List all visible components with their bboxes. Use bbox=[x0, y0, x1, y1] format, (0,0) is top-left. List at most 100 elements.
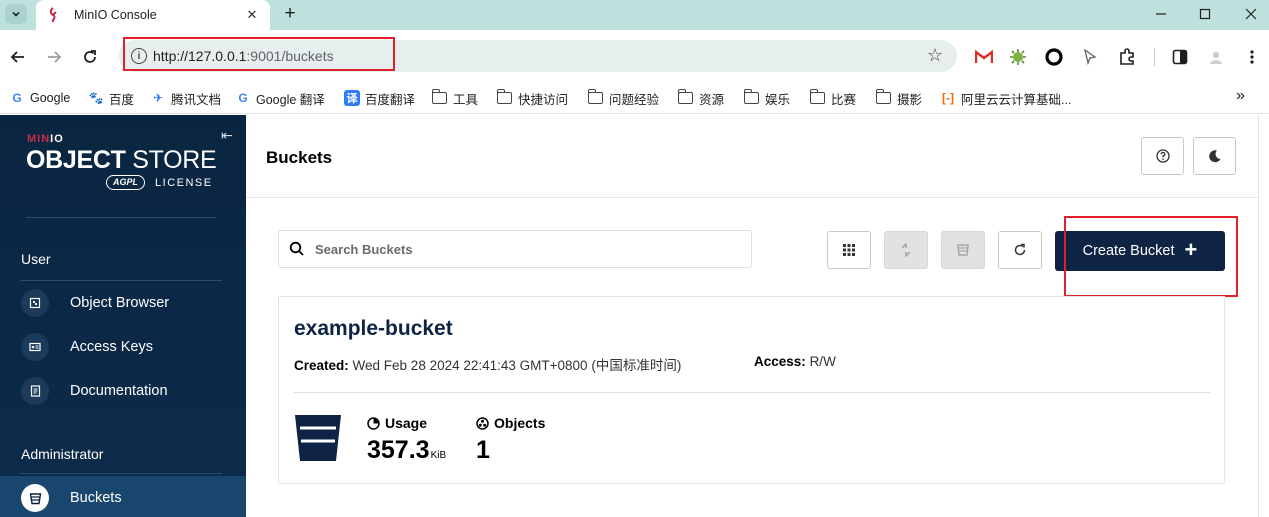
new-tab-button[interactable]: + bbox=[280, 4, 300, 24]
usage-label: Usage bbox=[367, 415, 427, 431]
folder-icon bbox=[743, 89, 759, 104]
bucket-access: Access: R/W bbox=[754, 354, 836, 369]
tab-search-button[interactable] bbox=[5, 4, 27, 24]
bookmark-folder-issues[interactable]: 问题经验 bbox=[587, 87, 659, 109]
bucket-card[interactable]: example-bucket Created: Wed Feb 28 2024 … bbox=[278, 296, 1225, 484]
minimize-button[interactable] bbox=[1148, 3, 1174, 25]
aliyun-icon: [-] bbox=[942, 91, 954, 105]
dark-mode-button[interactable] bbox=[1193, 137, 1236, 175]
grid-icon bbox=[843, 244, 855, 256]
agpl-badge: AGPL bbox=[106, 175, 146, 190]
tab-close-icon[interactable]: ✕ bbox=[244, 7, 260, 23]
replication-button[interactable] bbox=[884, 231, 928, 269]
bookmark-folder-tools[interactable]: 工具 bbox=[431, 87, 478, 109]
sidebar-section-administrator: Administrator bbox=[21, 446, 104, 462]
bucket-stack-icon bbox=[957, 244, 969, 256]
bucket-created: Created: Wed Feb 28 2024 22:41:43 GMT+08… bbox=[294, 358, 682, 373]
bookmarks-overflow-icon[interactable]: » bbox=[1236, 87, 1245, 105]
bookmark-folder-competition[interactable]: 比赛 bbox=[809, 87, 856, 109]
minio-favicon-icon bbox=[49, 7, 57, 22]
moon-icon bbox=[1208, 150, 1220, 163]
sidebar-item-documentation[interactable]: Documentation bbox=[0, 369, 246, 413]
help-button[interactable] bbox=[1141, 137, 1184, 175]
objects-icon bbox=[476, 416, 489, 430]
search-buckets-field[interactable] bbox=[278, 230, 752, 268]
content-edge bbox=[1258, 115, 1259, 517]
bookmark-folder-entertainment[interactable]: 娱乐 bbox=[743, 87, 790, 109]
cursor-extension-icon[interactable] bbox=[1080, 47, 1100, 67]
objects-label: Objects bbox=[476, 415, 545, 431]
folder-icon bbox=[496, 89, 512, 104]
help-icon bbox=[1155, 149, 1170, 163]
close-icon bbox=[1245, 8, 1257, 20]
bookmark-folder-quick-access[interactable]: 快捷访问 bbox=[496, 87, 568, 109]
lifecycle-button[interactable] bbox=[941, 231, 985, 269]
side-panel-icon[interactable] bbox=[1170, 47, 1190, 67]
buckets-icon bbox=[21, 484, 49, 512]
sidebar-item-access-keys[interactable]: Access Keys bbox=[0, 325, 246, 369]
folder-icon bbox=[587, 89, 603, 104]
pie-chart-icon bbox=[367, 416, 380, 430]
sidebar-divider bbox=[26, 217, 216, 218]
bookmark-baidu-translate[interactable]: 译 百度翻译 bbox=[344, 87, 415, 109]
bookmarks-bar: G Google 🐾 百度 ✈ 腾讯文档 G Google 翻译 译 百度翻译 … bbox=[0, 82, 1269, 114]
reload-button[interactable] bbox=[79, 46, 101, 68]
extensions-puzzle-icon[interactable] bbox=[1117, 47, 1137, 67]
bookmark-tencent-docs[interactable]: ✈ 腾讯文档 bbox=[150, 87, 221, 109]
profile-avatar-icon[interactable] bbox=[1206, 47, 1226, 67]
bookmark-google[interactable]: G Google bbox=[9, 87, 70, 109]
sidebar: MINIO OBJECT STORE AGPL LICENSE ⇤ User O… bbox=[0, 115, 246, 517]
browser-menu-icon[interactable] bbox=[1242, 47, 1262, 67]
bucket-icon bbox=[295, 415, 341, 461]
bookmark-folder-photography[interactable]: 摄影 bbox=[875, 87, 922, 109]
tab-title: MinIO Console bbox=[74, 8, 157, 22]
arrow-left-icon bbox=[10, 51, 24, 63]
folder-icon bbox=[431, 89, 447, 104]
search-input[interactable] bbox=[315, 241, 735, 257]
browser-tab[interactable]: MinIO Console ✕ bbox=[36, 0, 270, 30]
bucket-name[interactable]: example-bucket bbox=[294, 317, 453, 341]
create-bucket-highlight-box bbox=[1064, 216, 1238, 297]
grid-view-button[interactable] bbox=[827, 231, 871, 269]
tencent-docs-icon: ✈ bbox=[152, 91, 164, 105]
logo-object-store: OBJECT STORE bbox=[26, 146, 217, 174]
reload-icon bbox=[84, 50, 96, 63]
collapse-sidebar-icon[interactable]: ⇤ bbox=[221, 127, 233, 144]
page-header: Buckets bbox=[246, 115, 1258, 198]
google-icon: G bbox=[12, 91, 22, 105]
chevron-down-icon bbox=[12, 11, 20, 17]
object-browser-icon bbox=[21, 289, 49, 317]
maximize-button[interactable] bbox=[1192, 3, 1218, 25]
gmail-extension-icon[interactable] bbox=[974, 47, 994, 67]
baidu-icon: 🐾 bbox=[88, 91, 104, 105]
main-content: Buckets Create Bucket + example-bucket C… bbox=[246, 115, 1269, 517]
bookmark-folder-resources[interactable]: 资源 bbox=[677, 87, 724, 109]
back-button[interactable] bbox=[7, 46, 29, 68]
forward-button[interactable] bbox=[43, 46, 65, 68]
virus-extension-icon[interactable] bbox=[1008, 47, 1028, 67]
bookmark-aliyun[interactable]: [-] 阿里云云计算基础... bbox=[940, 87, 1071, 109]
sidebar-item-buckets[interactable]: Buckets bbox=[0, 476, 246, 517]
replication-icon bbox=[901, 243, 911, 257]
url-highlight-box bbox=[123, 37, 395, 71]
close-window-button[interactable] bbox=[1238, 3, 1264, 25]
bookmark-star-icon[interactable]: ☆ bbox=[927, 45, 943, 66]
arrow-right-icon bbox=[48, 51, 62, 63]
google-translate-icon: G bbox=[238, 91, 248, 105]
toolbar-divider bbox=[1154, 48, 1155, 66]
refresh-button[interactable] bbox=[998, 231, 1042, 269]
bookmark-baidu[interactable]: 🐾 百度 bbox=[88, 87, 135, 109]
sidebar-section-user: User bbox=[21, 251, 51, 267]
folder-icon bbox=[809, 89, 825, 104]
sidebar-item-object-browser[interactable]: Object Browser bbox=[0, 281, 246, 325]
card-divider bbox=[294, 392, 1210, 393]
circle-extension-icon[interactable] bbox=[1044, 47, 1064, 67]
folder-icon bbox=[677, 89, 693, 104]
logo-license: AGPL LICENSE bbox=[106, 175, 213, 190]
refresh-icon bbox=[1014, 243, 1026, 256]
objects-value: 1 bbox=[476, 436, 490, 464]
maximize-icon bbox=[1199, 8, 1211, 20]
bookmark-google-translate[interactable]: G Google 翻译 bbox=[235, 87, 324, 109]
sidebar-divider bbox=[20, 473, 222, 474]
access-keys-icon bbox=[21, 333, 49, 361]
